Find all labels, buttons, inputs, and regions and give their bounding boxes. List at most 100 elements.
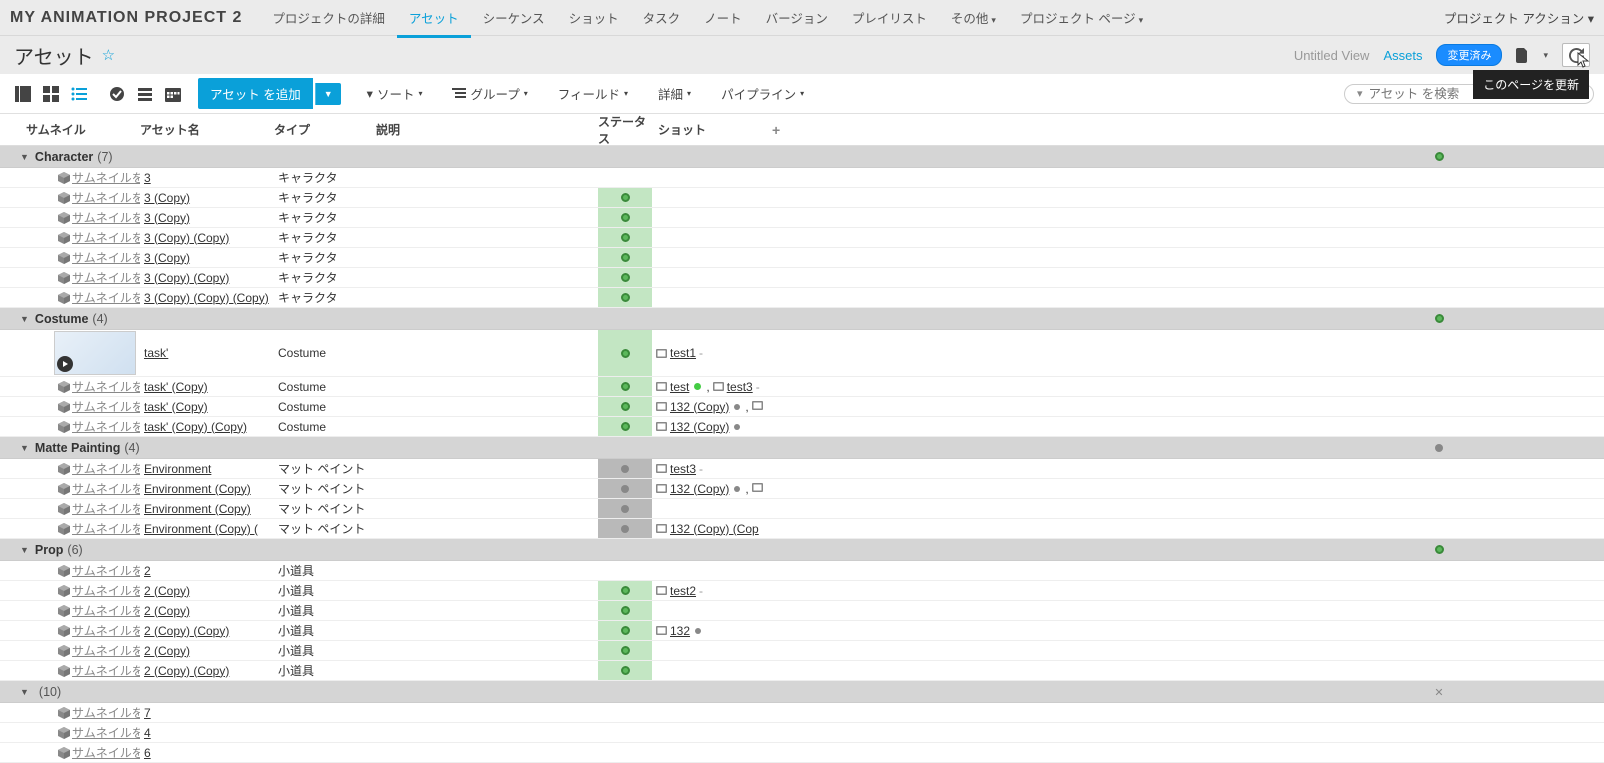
calendar-icon[interactable] xyxy=(162,83,184,105)
shots-cell[interactable] xyxy=(652,641,772,660)
asset-link[interactable]: 3 (Copy) xyxy=(144,211,190,225)
asset-row[interactable]: サムネイルをア3 (Copy) (Copy) (Copy)キャラクタ xyxy=(0,288,1604,308)
desc-cell[interactable] xyxy=(376,703,598,722)
thumbnail-cell[interactable]: サムネイルをア xyxy=(20,561,140,580)
nav-tab[interactable]: プロジェクトの詳細 xyxy=(260,0,397,38)
shots-cell[interactable] xyxy=(652,188,772,207)
project-actions-menu[interactable]: プロジェクト アクション ▾ xyxy=(1444,8,1594,27)
shots-cell[interactable] xyxy=(652,168,772,187)
asset-name-cell[interactable]: task' xyxy=(140,330,274,376)
detail-menu[interactable]: 詳細▾ xyxy=(650,80,699,107)
nav-tab[interactable]: ノート xyxy=(692,0,754,38)
asset-row[interactable]: サムネイルをア3 (Copy)キャラクタ xyxy=(0,208,1604,228)
shots-cell[interactable]: 132 xyxy=(652,621,772,640)
nav-tab[interactable]: プロジェクト ページ▾ xyxy=(1008,0,1155,38)
asset-row[interactable]: サムネイルをアtask' (Copy)Costume132 (Copy), xyxy=(0,397,1604,417)
shots-cell[interactable] xyxy=(652,288,772,307)
status-cell[interactable] xyxy=(598,268,652,287)
view-detail-icon[interactable] xyxy=(12,83,34,105)
desc-cell[interactable] xyxy=(376,499,598,518)
asset-link[interactable]: task' (Copy) xyxy=(144,400,208,414)
upload-thumbnail-link[interactable]: サムネイルをア xyxy=(72,602,140,619)
thumbnail-cell[interactable]: サムネイルをア xyxy=(20,288,140,307)
desc-cell[interactable] xyxy=(376,288,598,307)
upload-thumbnail-link[interactable]: サムネイルをア xyxy=(72,662,140,679)
asset-row[interactable]: サムネイルをア2 (Copy) (Copy)小道具132 xyxy=(0,621,1604,641)
asset-row[interactable]: サムネイルをア2 (Copy)小道具test2 - xyxy=(0,581,1604,601)
asset-link[interactable]: Environment xyxy=(144,462,211,476)
status-cell[interactable] xyxy=(598,641,652,660)
upload-thumbnail-link[interactable]: サムネイルをア xyxy=(72,460,140,477)
status-cell[interactable] xyxy=(598,499,652,518)
shots-cell[interactable] xyxy=(652,561,772,580)
asset-row[interactable]: サムネイルをアEnvironment (Copy)マット ペイント132 (Co… xyxy=(0,479,1604,499)
desc-cell[interactable] xyxy=(376,459,598,478)
shot-link[interactable]: test1 xyxy=(670,346,696,360)
search-chevron-icon[interactable]: ▾ xyxy=(1357,87,1363,100)
shot-link[interactable]: 132 (Copy) xyxy=(670,482,729,496)
view-name[interactable]: Untitled View xyxy=(1294,48,1370,63)
desc-cell[interactable] xyxy=(376,581,598,600)
thumbnail-cell[interactable]: サムネイルをア xyxy=(20,168,140,187)
asset-link[interactable]: 4 xyxy=(144,726,151,740)
shots-cell[interactable]: test1 - xyxy=(652,330,772,376)
thumbnail-cell[interactable]: サムネイルをア xyxy=(20,228,140,247)
upload-thumbnail-link[interactable]: サムネイルをア xyxy=(72,209,140,226)
desc-cell[interactable] xyxy=(376,661,598,680)
desc-cell[interactable] xyxy=(376,519,598,538)
desc-cell[interactable] xyxy=(376,208,598,227)
asset-link[interactable]: 3 (Copy) xyxy=(144,251,190,265)
shot-link[interactable]: test xyxy=(670,380,689,394)
thumbnail-cell[interactable]: サムネイルをア xyxy=(20,459,140,478)
asset-row[interactable]: サムネイルをア3 (Copy) (Copy)キャラクタ xyxy=(0,268,1604,288)
shots-cell[interactable] xyxy=(652,499,772,518)
desc-cell[interactable] xyxy=(376,723,598,742)
shot-link[interactable]: 132 (Copy) xyxy=(670,420,729,434)
thumbnail-cell[interactable]: サムネイルをア xyxy=(20,417,140,436)
asset-name-cell[interactable]: 4 xyxy=(140,723,274,742)
asset-row[interactable]: サムネイルをア2 (Copy)小道具 xyxy=(0,641,1604,661)
upload-thumbnail-link[interactable]: サムネイルをア xyxy=(72,289,140,306)
asset-row[interactable]: サムネイルをアEnvironment (Copy) (マット ペイント132 (… xyxy=(0,519,1604,539)
thumbnail-cell[interactable]: サムネイルをア xyxy=(20,397,140,416)
nav-tab[interactable]: プレイリスト xyxy=(840,0,939,38)
col-type[interactable]: タイプ xyxy=(274,121,376,138)
asset-link[interactable]: 3 (Copy) (Copy) (Copy) xyxy=(144,291,269,305)
thumbnail-cell[interactable]: サムネイルをア xyxy=(20,621,140,640)
thumbnail-cell[interactable]: サムネイルをア xyxy=(20,641,140,660)
desc-cell[interactable] xyxy=(376,397,598,416)
asset-row[interactable]: task'Costumetest1 - xyxy=(0,330,1604,377)
thumbnail-cell[interactable]: サムネイルをア xyxy=(20,743,140,762)
view-grid-icon[interactable] xyxy=(40,83,62,105)
asset-name-cell[interactable]: 3 (Copy) xyxy=(140,208,274,227)
col-thumbnail[interactable]: サムネイル xyxy=(20,121,140,138)
status-cell[interactable] xyxy=(598,188,652,207)
nav-tab[interactable]: その他▾ xyxy=(939,0,1008,38)
thumbnail-cell[interactable]: サムネイルをア xyxy=(20,661,140,680)
upload-thumbnail-link[interactable]: サムネイルをア xyxy=(72,378,140,395)
asset-name-cell[interactable]: task' (Copy) (Copy) xyxy=(140,417,274,436)
shots-cell[interactable] xyxy=(652,661,772,680)
group-header[interactable]: ▼(10)✕ xyxy=(0,681,1604,703)
asset-link[interactable]: task' xyxy=(144,346,168,360)
asset-name-cell[interactable]: 3 (Copy) (Copy) xyxy=(140,268,274,287)
status-cell[interactable] xyxy=(598,330,652,376)
asset-row[interactable]: サムネイルをアEnvironment (Copy)マット ペイント xyxy=(0,499,1604,519)
page-menu-icon[interactable] xyxy=(1516,48,1529,63)
asset-link[interactable]: Environment (Copy) ( xyxy=(144,522,258,536)
thumbnail-cell[interactable]: サムネイルをア xyxy=(20,601,140,620)
asset-link[interactable]: Environment (Copy) xyxy=(144,502,251,516)
refresh-button[interactable]: このページを更新 xyxy=(1562,43,1590,67)
asset-name-cell[interactable]: 7 xyxy=(140,703,274,722)
thumbnail-cell[interactable]: サムネイルをア xyxy=(20,703,140,722)
shot-link[interactable]: 132 (Copy) (Cop xyxy=(670,522,759,536)
shots-cell[interactable]: 132 (Copy), xyxy=(652,397,772,416)
add-column-icon[interactable]: + xyxy=(772,122,790,138)
asset-row[interactable]: サムネイルをア 6 xyxy=(0,743,1604,763)
asset-link[interactable]: 6 xyxy=(144,746,151,760)
shots-cell[interactable]: 132 (Copy) (Cop xyxy=(652,519,772,538)
asset-name-cell[interactable]: 3 (Copy) xyxy=(140,248,274,267)
group-header[interactable]: ▼Character(7) xyxy=(0,146,1604,168)
col-shot[interactable]: ショット xyxy=(652,121,772,138)
desc-cell[interactable] xyxy=(376,377,598,396)
